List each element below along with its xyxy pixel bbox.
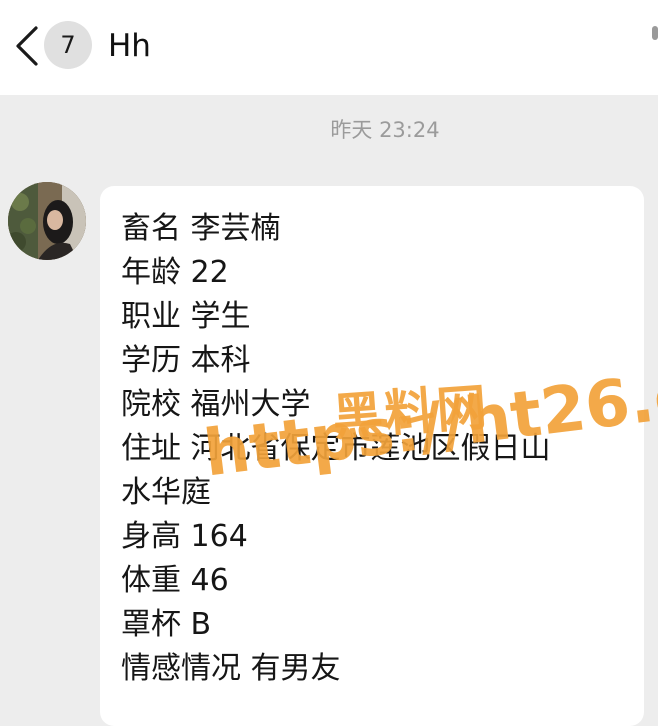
message-line: 罩杯 B xyxy=(121,607,212,642)
chevron-left-icon[interactable] xyxy=(12,24,42,68)
message-line: 职业 学生 xyxy=(121,299,251,334)
message-line: 院校 福州大学 xyxy=(121,387,311,422)
message-line: 学历 本科 xyxy=(121,343,251,378)
more-menu-icon[interactable] xyxy=(652,26,658,40)
message-line: 情感情况 有男友 xyxy=(121,651,341,686)
chat-header: 7 Hh xyxy=(0,0,658,95)
contact-avatar[interactable] xyxy=(8,182,86,260)
unread-count-badge[interactable]: 7 xyxy=(44,21,92,69)
message-line: 住址 河北省保定市莲池区假日山 xyxy=(121,431,551,466)
message-line: 水华庭 xyxy=(121,475,211,510)
message-line: 畜名 李芸楠 xyxy=(121,211,281,246)
message-timestamp: 昨天 23:24 xyxy=(330,118,440,142)
message-line: 体重 46 xyxy=(121,563,229,598)
message-line: 年龄 22 xyxy=(121,255,229,290)
message-text: 畜名 李芸楠 年龄 22 职业 学生 学历 本科 院校 福州大学 住址 河北省保… xyxy=(121,207,551,691)
message-line: 身高 164 xyxy=(121,519,248,554)
chat-title: Hh xyxy=(108,28,151,64)
avatar-photo-icon xyxy=(8,182,86,260)
